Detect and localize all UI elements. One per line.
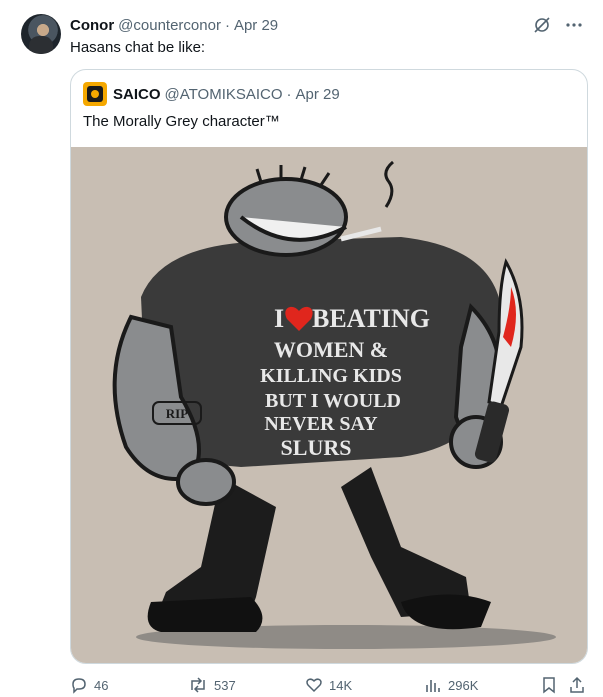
tweet[interactable]: Conor @counterconor · Apr 29 Hasans chat… [0,0,603,697]
quoted-date[interactable]: Apr 29 [296,86,340,103]
reply-button[interactable]: 46 [70,676,108,694]
bookmark-icon [540,676,558,694]
quoted-tweet[interactable]: SAICO @ATOMIKSAICO · Apr 29 The Morally … [70,69,588,664]
cartoon-illustration: RIP I BEATING WOMEN & KILLING KIDS BUT I… [112,160,556,649]
author-handle[interactable]: @counterconor [118,17,221,34]
views-button[interactable]: 296K [424,676,478,694]
shirt-text-beating: BEATING [312,304,430,333]
grok-icon[interactable] [533,16,551,34]
quoted-author-name[interactable]: SAICO [113,86,161,103]
shirt-text-line5: NEVER SAY [264,413,378,435]
like-icon [305,676,323,694]
tweet-header: Conor @counterconor · Apr 29 [70,15,278,35]
shirt-text-line3: KILLING KIDS [260,365,402,387]
like-button[interactable]: 14K [305,676,352,694]
tweet-date[interactable]: Apr 29 [234,17,278,34]
separator-dot: · [224,16,230,34]
tattoo-text: RIP [166,406,188,421]
repost-icon [188,676,208,694]
reply-count: 46 [94,677,109,693]
more-icon[interactable] [565,16,583,34]
shirt-text-line4: BUT I WOULD [265,390,401,412]
quoted-header: SAICO @ATOMIKSAICO · Apr 29 [83,82,340,106]
quoted-text: The Morally Grey character™ [83,113,280,130]
tweet-text: Hasans chat be like: [70,39,206,56]
quoted-author-handle[interactable]: @ATOMIKSAICO [165,86,283,103]
tweet-actions: 46 537 14K 296K [70,676,590,696]
shirt-text-line6: SLURS [281,435,352,460]
quoted-avatar[interactable] [83,82,107,106]
share-icon [568,676,586,694]
bookmark-button[interactable] [540,676,558,694]
quoted-image[interactable]: RIP I BEATING WOMEN & KILLING KIDS BUT I… [71,147,587,663]
tweet-top-icons [533,16,583,34]
separator-dot: · [286,85,292,103]
like-count: 14K [329,677,353,693]
author-name[interactable]: Conor [70,17,114,34]
shirt-text-line2: WOMEN & [274,337,388,362]
shirt-text-i: I [274,304,284,333]
reply-icon [70,676,88,694]
views-icon [424,676,442,694]
views-count: 296K [448,677,479,693]
repost-button[interactable]: 537 [188,676,236,694]
share-button[interactable] [568,676,586,694]
avatar[interactable] [21,14,61,54]
repost-count: 537 [214,677,236,693]
